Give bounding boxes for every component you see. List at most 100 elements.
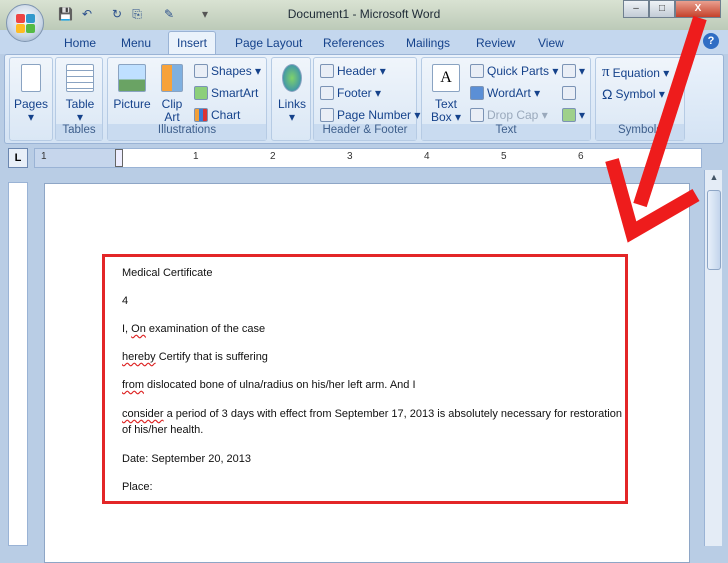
tab-home[interactable]: Home [56, 34, 104, 52]
minimize-button[interactable]: – [623, 0, 649, 18]
text-box-label: Text Box ▾ [430, 97, 462, 124]
omega-icon: Ω [602, 86, 613, 102]
tab-view[interactable]: View [530, 34, 572, 52]
clip-art-icon [161, 64, 183, 92]
office-logo-icon [26, 24, 35, 33]
quick-parts-button[interactable]: Quick Parts ▾ [470, 64, 558, 78]
drop-cap-icon [470, 108, 484, 122]
date-time-button[interactable] [562, 86, 576, 100]
insert-object-button[interactable]: ▾ [562, 108, 585, 122]
group-tables: Table ▾ Tables [55, 57, 103, 141]
page-number-label: Page Number ▾ [337, 108, 421, 122]
pages-button[interactable]: Pages ▾ [14, 64, 48, 124]
ruler-margin [35, 149, 117, 167]
format-painter-icon[interactable]: ✎ [162, 7, 176, 21]
links-button[interactable]: Links ▾ [274, 64, 310, 124]
text: a period of 3 days with effect from Sept… [163, 408, 622, 420]
vertical-ruler[interactable] [8, 182, 28, 546]
symbol-button[interactable]: Ω Symbol ▾ [602, 86, 665, 102]
scroll-up-icon[interactable]: ▲ [707, 172, 721, 186]
group-header-footer: Header ▾ Footer ▾ Page Number ▾ Header &… [313, 57, 420, 141]
text: examination of the case [145, 323, 266, 335]
vertical-scrollbar[interactable]: ▲ [704, 170, 722, 546]
tab-references[interactable]: References [315, 34, 392, 52]
group-links: Links ▾ [271, 57, 311, 141]
text-box-icon: A [432, 64, 460, 92]
chart-icon [194, 108, 208, 122]
group-label-symbols: Symbols [596, 124, 684, 140]
picture-label: Picture [113, 97, 151, 111]
customize-qat-icon[interactable]: ▾ [198, 7, 212, 21]
spelling-error: consider [122, 408, 164, 420]
doc-title: Medical Certificate [122, 267, 213, 279]
tab-page-layout[interactable]: Page Layout [227, 34, 310, 52]
close-button[interactable]: X [675, 0, 721, 18]
page-number-button[interactable]: Page Number ▾ [320, 108, 420, 122]
office-button[interactable] [6, 4, 44, 42]
links-label: Links [277, 97, 306, 111]
copy-icon[interactable]: ⎘ [130, 7, 144, 21]
text-box-button[interactable]: A Text Box ▾ [426, 64, 466, 124]
tab-review[interactable]: Review [468, 34, 523, 52]
wordart-button[interactable]: WordArt ▾ [470, 86, 540, 100]
tab-mailings[interactable]: Mailings [398, 34, 458, 52]
tab-selector[interactable]: L [8, 148, 28, 168]
group-label-tables: Tables [56, 124, 102, 140]
signature-line-icon [562, 64, 576, 78]
indent-marker[interactable] [115, 149, 123, 167]
doc-place: Place: [122, 481, 153, 493]
office-logo-icon [26, 14, 35, 23]
clip-art-button[interactable]: Clip Art [154, 64, 190, 124]
group-text: A Text Box ▾ Quick Parts ▾ WordArt ▾ Drop… [421, 57, 591, 141]
doc-line: of his/her health. [122, 424, 204, 436]
header-icon [320, 64, 334, 78]
ruler-number: 6 [578, 151, 584, 162]
tab-menu[interactable]: Menu [113, 34, 159, 52]
ruler-number: 1 [41, 151, 47, 162]
undo-icon[interactable]: ↶ [80, 7, 94, 21]
save-icon[interactable]: 💾 [58, 7, 73, 21]
footer-button[interactable]: Footer ▾ [320, 86, 381, 100]
group-illustrations: Picture Clip Art Shapes ▾ SmartArt Chart… [107, 57, 267, 141]
group-label-header-footer: Header & Footer [314, 124, 416, 140]
scroll-thumb[interactable] [707, 190, 721, 270]
signature-line-button[interactable]: ▾ [562, 64, 585, 78]
text: dislocated bone of ulna/radius on his/he… [144, 379, 416, 391]
chart-button[interactable]: Chart [194, 108, 240, 122]
object-icon [562, 108, 576, 122]
footer-label: Footer ▾ [337, 86, 382, 100]
group-label-text: Text [422, 124, 590, 140]
pages-label: Pages [14, 97, 49, 111]
ruler-number: 1 [193, 151, 199, 162]
globe-link-icon [282, 64, 302, 92]
quick-parts-icon [470, 64, 484, 78]
group-symbols: π Equation ▾ Ω Symbol ▾ Symbols [595, 57, 685, 141]
picture-icon [118, 64, 146, 92]
date-time-icon [562, 86, 576, 100]
drop-cap-button[interactable]: Drop Cap ▾ [470, 108, 548, 122]
redo-icon[interactable]: ↻ [110, 7, 124, 21]
shapes-button[interactable]: Shapes ▾ [194, 64, 261, 78]
equation-button[interactable]: π Equation ▾ [602, 64, 669, 81]
text: Certify that is suffering [155, 351, 268, 363]
header-button[interactable]: Header ▾ [320, 64, 386, 78]
spelling-error: from [122, 379, 144, 391]
tab-insert[interactable]: Insert [168, 31, 217, 55]
doc-line: I, On examination of the case [122, 323, 265, 335]
office-logo-icon [16, 24, 25, 33]
shapes-label: Shapes ▾ [211, 64, 262, 78]
page-number-icon [320, 108, 334, 122]
doc-date: Date: September 20, 2013 [122, 453, 252, 465]
help-icon[interactable]: ? [703, 33, 719, 49]
smartart-button[interactable]: SmartArt [194, 86, 258, 100]
ribbon: Pages ▾ Table ▾ Tables Picture Clip Art Sh… [4, 54, 724, 144]
maximize-button[interactable]: □ [649, 0, 675, 18]
text: I, [122, 323, 132, 335]
clip-art-label: Clip Art [161, 97, 183, 124]
picture-button[interactable]: Picture [110, 64, 154, 111]
doc-line: hereby Certify that is suffering [122, 351, 268, 363]
horizontal-ruler[interactable]: 1 1 2 3 4 5 6 [34, 148, 702, 168]
pages-icon [21, 64, 41, 92]
table-label: Table [65, 97, 95, 111]
table-button[interactable]: Table ▾ [60, 64, 100, 124]
